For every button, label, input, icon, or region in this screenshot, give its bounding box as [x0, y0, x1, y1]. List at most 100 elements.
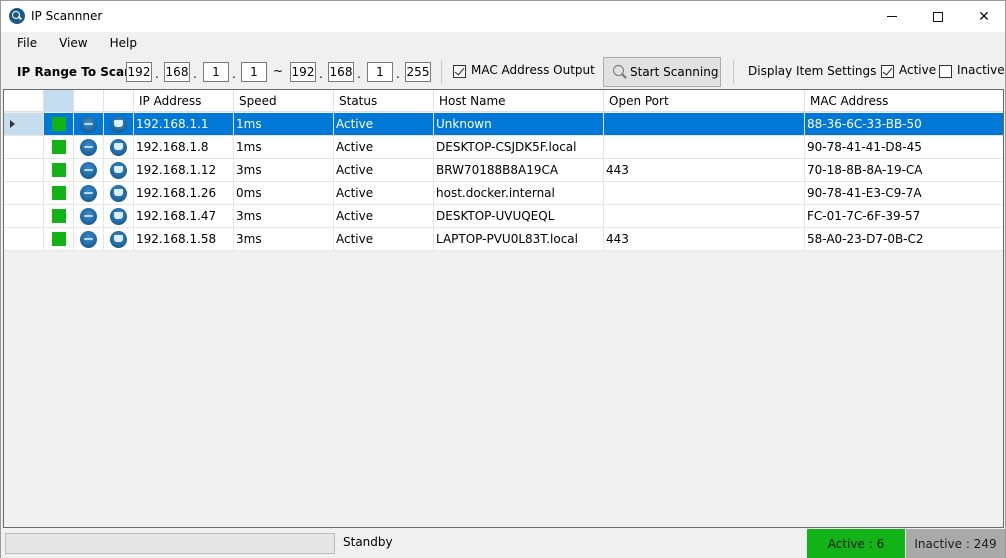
cell-open-port[interactable]: 443	[604, 159, 805, 181]
cell-ip-address[interactable]: 192.168.1.58	[134, 228, 234, 250]
end-ip-octet-3[interactable]: 1	[367, 62, 393, 82]
icon-cell[interactable]	[104, 159, 134, 181]
start-ip-octet-4[interactable]: 1	[241, 62, 267, 82]
cell-mac-address[interactable]: 90-78-41-E3-C9-7A	[805, 182, 1003, 204]
icon-cell[interactable]	[44, 113, 74, 135]
cell-status[interactable]: Active	[334, 205, 434, 227]
cell-host-name[interactable]: Unknown	[434, 113, 604, 135]
start-ip-octet-3[interactable]: 1	[203, 62, 229, 82]
cell-host-name[interactable]: DESKTOP-UVUQEQL	[434, 205, 604, 227]
table-row[interactable]: 192.168.1.26 0ms Active host.docker.interna…	[4, 182, 1003, 205]
close-button[interactable]: ✕	[961, 1, 1006, 32]
table-row[interactable]: 192.168.1.58 3ms Active LAPTOP-PVU0L83T.loc…	[4, 228, 1003, 251]
column-ip-address[interactable]: IP Address	[134, 90, 234, 112]
cell-mac-address[interactable]: 90-78-41-41-D8-45	[805, 136, 1003, 158]
inactive-filter-checkbox[interactable]	[939, 65, 952, 78]
cell-ip-address[interactable]: 192.168.1.1	[134, 113, 234, 135]
column-open-port[interactable]: Open Port	[604, 90, 805, 112]
menu-file[interactable]: File	[9, 32, 45, 54]
app-window: IP Scannner ✕ File View Help IP Range To…	[0, 0, 1006, 558]
row-header[interactable]	[4, 113, 44, 135]
table-row[interactable]: 192.168.1.1 1ms Active Unknown 88-36-6C-33-B…	[4, 113, 1003, 136]
icon-cell[interactable]	[44, 159, 74, 181]
row-header-column	[4, 90, 44, 112]
cell-open-port[interactable]	[604, 136, 805, 158]
cell-speed[interactable]: 3ms	[234, 228, 334, 250]
menu-help[interactable]: Help	[102, 32, 145, 54]
row-header[interactable]	[4, 182, 44, 204]
icon-cell[interactable]	[74, 228, 104, 250]
maximize-button[interactable]	[915, 1, 961, 32]
status-column-header[interactable]	[44, 90, 74, 112]
icon-cell[interactable]	[104, 228, 134, 250]
cell-speed[interactable]: 1ms	[234, 113, 334, 135]
row-header[interactable]	[4, 228, 44, 250]
icon-cell[interactable]	[74, 159, 104, 181]
end-ip-octet-4[interactable]: 255	[405, 62, 431, 82]
table-row[interactable]: 192.168.1.8 1ms Active DESKTOP-CSJDK5F.loca…	[4, 136, 1003, 159]
column-mac-address[interactable]: MAC Address	[805, 90, 1003, 112]
icon-cell[interactable]	[104, 205, 134, 227]
cell-mac-address[interactable]: 70-18-8B-8A-19-CA	[805, 159, 1003, 181]
cell-status[interactable]: Active	[334, 136, 434, 158]
cell-host-name[interactable]: host.docker.internal	[434, 182, 604, 204]
host-icon	[110, 230, 127, 248]
cell-status[interactable]: Active	[334, 228, 434, 250]
start-scanning-button[interactable]: Start Scanning	[603, 57, 721, 87]
cell-open-port[interactable]	[604, 182, 805, 204]
row-header[interactable]	[4, 159, 44, 181]
mac-output-checkbox[interactable]	[453, 65, 466, 78]
end-ip-octet-2[interactable]: 168	[328, 62, 354, 82]
cell-status[interactable]: Active	[334, 182, 434, 204]
cell-mac-address[interactable]: 58-A0-23-D7-0B-C2	[805, 228, 1003, 250]
table-row[interactable]: 192.168.1.47 3ms Active DESKTOP-UVUQEQL FC-0…	[4, 205, 1003, 228]
cell-ip-address[interactable]: 192.168.1.26	[134, 182, 234, 204]
icon-cell[interactable]	[44, 228, 74, 250]
icon-cell[interactable]	[44, 182, 74, 204]
row-header[interactable]	[4, 136, 44, 158]
ping-icon	[80, 207, 97, 225]
cell-host-name[interactable]: LAPTOP-PVU0L83T.local	[434, 228, 604, 250]
ping-column-header[interactable]	[74, 90, 104, 112]
icon-cell[interactable]	[104, 182, 134, 204]
icon-cell[interactable]	[74, 113, 104, 135]
cell-host-name[interactable]: DESKTOP-CSJDK5F.local	[434, 136, 604, 158]
ping-icon	[80, 138, 97, 156]
column-status[interactable]: Status	[334, 90, 434, 112]
cell-open-port[interactable]	[604, 205, 805, 227]
cell-mac-address[interactable]: FC-01-7C-6F-39-57	[805, 205, 1003, 227]
cell-speed[interactable]: 3ms	[234, 159, 334, 181]
cell-status[interactable]: Active	[334, 113, 434, 135]
cell-host-name[interactable]: BRW70188B8A19CA	[434, 159, 604, 181]
cell-speed[interactable]: 1ms	[234, 136, 334, 158]
cell-mac-address[interactable]: 88-36-6C-33-BB-50	[805, 113, 1003, 135]
icon-cell[interactable]	[104, 136, 134, 158]
scan-results-grid[interactable]: IP Address Speed Status Host Name Open P…	[3, 89, 1004, 528]
start-ip-octet-1[interactable]: 192	[126, 62, 152, 82]
minimize-button[interactable]	[869, 1, 915, 32]
icon-cell[interactable]	[44, 136, 74, 158]
menu-view[interactable]: View	[51, 32, 95, 54]
title-bar[interactable]: IP Scannner ✕	[1, 1, 1005, 32]
cell-ip-address[interactable]: 192.168.1.47	[134, 205, 234, 227]
cell-open-port[interactable]	[604, 113, 805, 135]
icon-cell[interactable]	[74, 205, 104, 227]
cell-speed[interactable]: 3ms	[234, 205, 334, 227]
start-ip-octet-2[interactable]: 168	[164, 62, 190, 82]
cell-ip-address[interactable]: 192.168.1.12	[134, 159, 234, 181]
icon-cell[interactable]	[44, 205, 74, 227]
active-filter-checkbox[interactable]	[881, 65, 894, 78]
icon-cell[interactable]	[104, 113, 134, 135]
cell-open-port[interactable]: 443	[604, 228, 805, 250]
cell-status[interactable]: Active	[334, 159, 434, 181]
icon-cell[interactable]	[74, 136, 104, 158]
column-speed[interactable]: Speed	[234, 90, 334, 112]
host-icon-column-header[interactable]	[104, 90, 134, 112]
end-ip-octet-1[interactable]: 192	[290, 62, 316, 82]
cell-speed[interactable]: 0ms	[234, 182, 334, 204]
table-row[interactable]: 192.168.1.12 3ms Active BRW70188B8A19CA 443 7…	[4, 159, 1003, 182]
icon-cell[interactable]	[74, 182, 104, 204]
row-header[interactable]	[4, 205, 44, 227]
column-host-name[interactable]: Host Name	[434, 90, 604, 112]
cell-ip-address[interactable]: 192.168.1.8	[134, 136, 234, 158]
